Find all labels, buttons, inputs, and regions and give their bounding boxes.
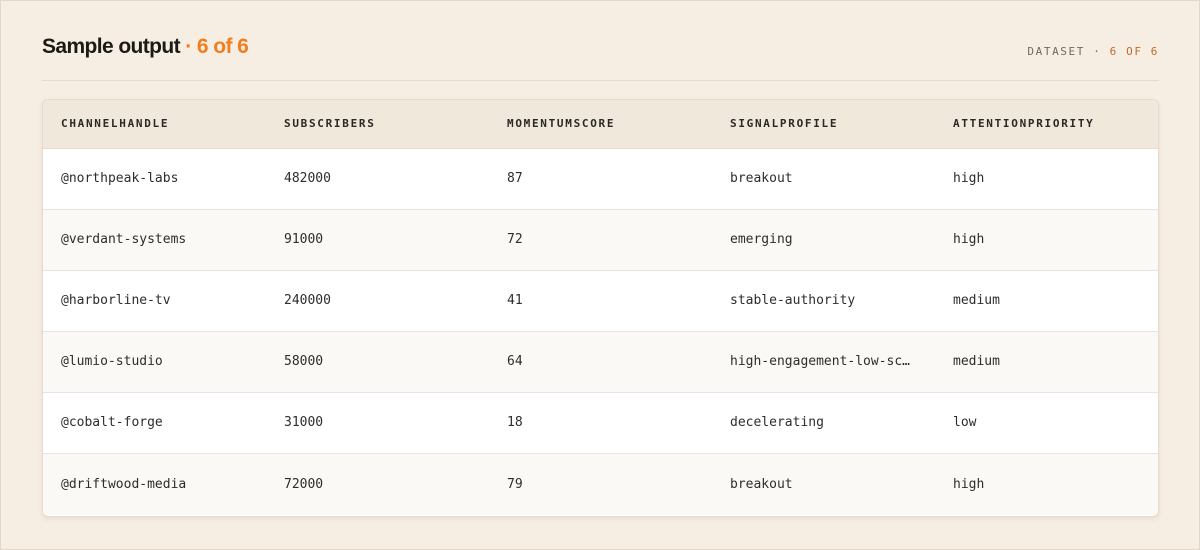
cell-subscribers: 482000 xyxy=(266,148,489,210)
cell-subscribers: 72000 xyxy=(266,453,489,515)
cell-signalprofile: emerging xyxy=(712,209,935,271)
dataset-count: 6 OF 6 xyxy=(1109,45,1159,58)
cell-channelhandle: @lumio-studio xyxy=(43,331,266,393)
results-table-card: CHANNELHANDLE SUBSCRIBERS MOMENTUMSCORE … xyxy=(42,99,1159,517)
cell-signalprofile: stable-authority xyxy=(712,270,935,332)
cell-attentionpriority: high xyxy=(935,453,1158,515)
column-header-signalprofile[interactable]: SIGNALPROFILE xyxy=(712,100,935,149)
cell-subscribers: 58000 xyxy=(266,331,489,393)
cell-attentionpriority: medium xyxy=(935,270,1158,332)
page-title: Sample output · 6 of 6 xyxy=(42,35,249,59)
header-divider xyxy=(42,80,1159,81)
cell-subscribers: 240000 xyxy=(266,270,489,332)
cell-momentumscore: 79 xyxy=(489,453,712,515)
cell-signalprofile: high-engagement-low-sc… xyxy=(712,331,935,393)
results-table: CHANNELHANDLE SUBSCRIBERS MOMENTUMSCORE … xyxy=(43,100,1158,515)
cell-channelhandle: @northpeak-labs xyxy=(43,148,266,210)
cell-attentionpriority: high xyxy=(935,148,1158,210)
cell-subscribers: 91000 xyxy=(266,209,489,271)
cell-momentumscore: 41 xyxy=(489,270,712,332)
cell-signalprofile: breakout xyxy=(712,453,935,515)
cell-signalprofile: decelerating xyxy=(712,392,935,454)
table-head: CHANNELHANDLE SUBSCRIBERS MOMENTUMSCORE … xyxy=(43,100,1158,149)
cell-momentumscore: 72 xyxy=(489,209,712,271)
table-header-row: CHANNELHANDLE SUBSCRIBERS MOMENTUMSCORE … xyxy=(43,100,1158,149)
cell-attentionpriority: medium xyxy=(935,331,1158,393)
cell-subscribers: 31000 xyxy=(266,392,489,454)
cell-attentionpriority: high xyxy=(935,209,1158,271)
cell-signalprofile: breakout xyxy=(712,148,935,210)
column-header-attentionpriority[interactable]: ATTENTIONPRIORITY xyxy=(935,100,1158,149)
table-body: @northpeak-labs 482000 87 breakout high … xyxy=(43,148,1158,515)
column-header-momentumscore[interactable]: MOMENTUMSCORE xyxy=(489,100,712,149)
table-row: @verdant-systems 91000 72 emerging high xyxy=(43,209,1158,271)
table-row: @harborline-tv 240000 41 stable-authorit… xyxy=(43,270,1158,332)
dataset-label: DATASET · xyxy=(1027,45,1110,58)
title-text: Sample output xyxy=(42,35,181,58)
column-header-subscribers[interactable]: SUBSCRIBERS xyxy=(266,100,489,149)
cell-channelhandle: @driftwood-media xyxy=(43,453,266,515)
cell-channelhandle: @verdant-systems xyxy=(43,209,266,271)
title-separator: · xyxy=(180,35,197,58)
cell-channelhandle: @cobalt-forge xyxy=(43,392,266,454)
cell-channelhandle: @harborline-tv xyxy=(43,270,266,332)
cell-momentumscore: 87 xyxy=(489,148,712,210)
page-frame: Sample output · 6 of 6 DATASET · 6 OF 6 … xyxy=(0,0,1200,550)
table-row: @northpeak-labs 482000 87 breakout high xyxy=(43,148,1158,210)
cell-momentumscore: 18 xyxy=(489,392,712,454)
table-row: @cobalt-forge 31000 18 decelerating low xyxy=(43,392,1158,454)
table-row: @driftwood-media 72000 79 breakout high xyxy=(43,453,1158,515)
page-header: Sample output · 6 of 6 DATASET · 6 OF 6 xyxy=(42,35,1159,65)
title-count: 6 of 6 xyxy=(196,35,249,58)
dataset-indicator: DATASET · 6 OF 6 xyxy=(1027,45,1159,58)
cell-attentionpriority: low xyxy=(935,392,1158,454)
column-header-channelhandle[interactable]: CHANNELHANDLE xyxy=(43,100,266,149)
table-row: @lumio-studio 58000 64 high-engagement-l… xyxy=(43,331,1158,393)
cell-momentumscore: 64 xyxy=(489,331,712,393)
